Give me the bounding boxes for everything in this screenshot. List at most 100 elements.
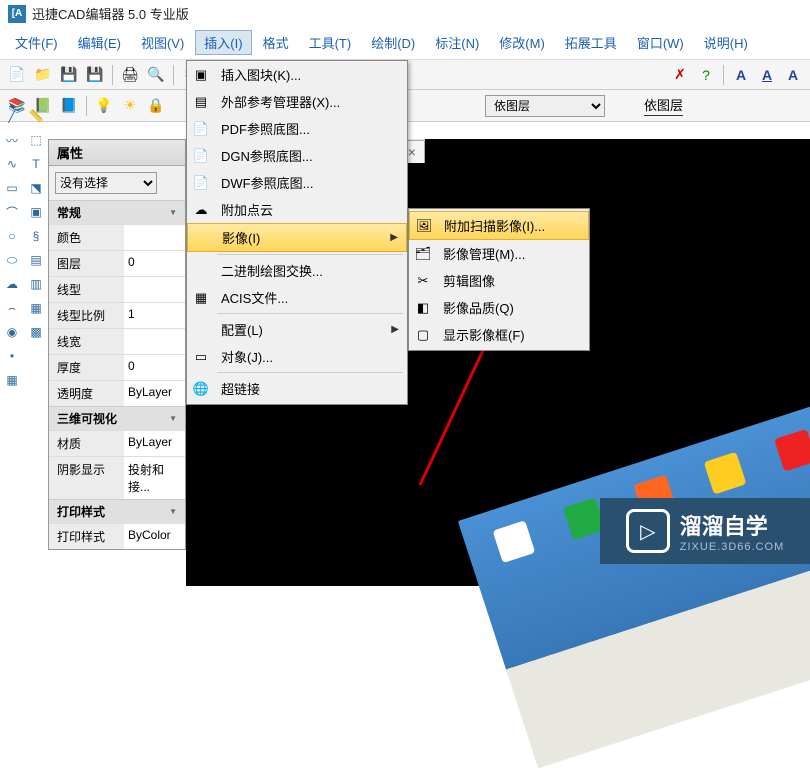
- text-a3-icon[interactable]: A: [782, 64, 804, 86]
- prop-trans-val[interactable]: ByLayer: [124, 381, 185, 406]
- app-icon: [A: [8, 5, 26, 23]
- section-plot[interactable]: 打印样式: [49, 499, 185, 523]
- mesh-icon[interactable]: ▦: [26, 298, 46, 318]
- menu-extend[interactable]: 拓展工具: [556, 30, 626, 55]
- prop-ltscale-val[interactable]: 1: [124, 303, 185, 328]
- menu-annotate[interactable]: 标注(N): [426, 30, 488, 55]
- dd-object[interactable]: ▭对象(J)...: [187, 343, 407, 370]
- menu-modify[interactable]: 修改(M): [490, 30, 554, 55]
- watermark-sub: ZIXUE.3D66.COM: [680, 541, 784, 553]
- sub-image-manager[interactable]: 🗂影像管理(M)...: [409, 240, 589, 267]
- new-file-icon[interactable]: 📄: [6, 64, 28, 86]
- sub-image-frame[interactable]: ▢显示影像框(F): [409, 321, 589, 348]
- dd-insert-block[interactable]: ▣插入图块(K)...: [187, 61, 407, 88]
- dd-image[interactable]: 影像(I)▶: [187, 223, 407, 252]
- polyline-icon[interactable]: 〰: [2, 130, 22, 150]
- image-submenu: 🖼附加扫描影像(I)... 🗂影像管理(M)... ✂剪辑图像 ◧影像品质(Q)…: [408, 208, 590, 351]
- prop-ltscale-label: 线型比例: [49, 303, 124, 328]
- section-general[interactable]: 常规: [49, 200, 185, 224]
- prop-layer-label: 图层: [49, 251, 124, 276]
- menu-format[interactable]: 格式: [254, 30, 298, 55]
- selection-select[interactable]: 没有选择: [55, 172, 157, 194]
- prop-shadow-label: 阴影显示: [49, 457, 124, 499]
- sub-image-quality[interactable]: ◧影像品质(Q): [409, 294, 589, 321]
- point-icon[interactable]: •: [2, 346, 22, 366]
- dd-binary-dxf[interactable]: 二进制绘图交换...: [187, 257, 407, 284]
- cloud-icon[interactable]: ☁: [2, 274, 22, 294]
- dd-hyperlink[interactable]: 🌐超链接: [187, 375, 407, 402]
- prop-color-val[interactable]: [124, 225, 185, 250]
- ruler-icon[interactable]: 📏: [26, 106, 46, 126]
- sun-icon[interactable]: ☀: [119, 95, 141, 117]
- layer-unk-icon[interactable]: 📘: [58, 95, 80, 117]
- acis-icon: ▦: [191, 289, 211, 307]
- fill-icon[interactable]: ▤: [26, 250, 46, 270]
- prop-mat-val[interactable]: ByLayer: [124, 431, 185, 456]
- prop-trans-label: 透明度: [49, 381, 124, 406]
- pdf-icon: 📄: [191, 120, 211, 138]
- open-icon[interactable]: 📁: [32, 64, 54, 86]
- sub-clip-image[interactable]: ✂剪辑图像: [409, 267, 589, 294]
- print-icon[interactable]: 🖨: [119, 64, 141, 86]
- menu-draw[interactable]: 绘制(D): [362, 30, 424, 55]
- menu-help[interactable]: 说明(H): [695, 30, 757, 55]
- prop-linetype-val[interactable]: [124, 277, 185, 302]
- spline-icon[interactable]: ∿: [2, 154, 22, 174]
- region-icon[interactable]: ⬚: [26, 130, 46, 150]
- draw-tool-strip: ╱ 〰 ∿ ▭ ⌒ ○ ⬭ ☁ ⌢ ◉ • ▦: [0, 100, 24, 396]
- ellipse-icon[interactable]: ⬭: [2, 250, 22, 270]
- prop-mat-label: 材质: [49, 431, 124, 456]
- menu-file[interactable]: 文件(F): [6, 30, 67, 55]
- bylayer-label[interactable]: 依图层: [644, 95, 683, 116]
- layer-select[interactable]: 依图层: [485, 95, 605, 117]
- redo-icon[interactable]: ✗: [669, 64, 691, 86]
- dd-xref-manager[interactable]: ▤外部参考管理器(X)...: [187, 88, 407, 115]
- prop-lw-label: 线宽: [49, 329, 124, 354]
- text-a2-icon[interactable]: A: [756, 64, 778, 86]
- save-icon[interactable]: 💾: [58, 64, 80, 86]
- dd-layout[interactable]: 配置(L)▶: [187, 316, 407, 343]
- donut-icon[interactable]: ◉: [2, 322, 22, 342]
- text-icon[interactable]: T: [26, 154, 46, 174]
- menu-edit[interactable]: 编辑(E): [69, 30, 130, 55]
- section-3d[interactable]: 三维可视化: [49, 406, 185, 430]
- object-icon: ▭: [191, 348, 211, 366]
- dd-pdf-underlay[interactable]: 📄PDF参照底图...: [187, 115, 407, 142]
- globe-icon: 🌐: [191, 380, 211, 398]
- clip-icon: ✂: [413, 272, 433, 290]
- menu-view[interactable]: 视图(V): [132, 30, 193, 55]
- dd-dwf-underlay[interactable]: 📄DWF参照底图...: [187, 169, 407, 196]
- dd-dgn-underlay[interactable]: 📄DGN参照底图...: [187, 142, 407, 169]
- prop-lw-val[interactable]: [124, 329, 185, 354]
- preview-icon[interactable]: 🔍: [145, 64, 167, 86]
- grad-icon[interactable]: ▥: [26, 274, 46, 294]
- text-a-icon[interactable]: A: [730, 64, 752, 86]
- circle-icon[interactable]: ○: [2, 226, 22, 246]
- sub-attach-raster[interactable]: 🖼附加扫描影像(I)...: [409, 211, 589, 240]
- prop-layer-val[interactable]: 0: [124, 251, 185, 276]
- chevron-right-icon: ▶: [390, 232, 398, 243]
- line-icon[interactable]: ╱: [2, 106, 22, 126]
- arc2-icon[interactable]: ⌢: [2, 298, 22, 318]
- saveas-icon[interactable]: 💾: [84, 64, 106, 86]
- close-icon[interactable]: ×: [408, 144, 416, 160]
- lock-icon[interactable]: 🔒: [145, 95, 167, 117]
- bulb-on-icon[interactable]: 💡: [93, 95, 115, 117]
- arc-icon[interactable]: ⌒: [2, 202, 22, 222]
- dd-point-cloud[interactable]: ☁附加点云: [187, 196, 407, 223]
- menu-window[interactable]: 窗口(W): [628, 30, 693, 55]
- prop-linetype-label: 线型: [49, 277, 124, 302]
- helix-icon[interactable]: §: [26, 226, 46, 246]
- tbl-icon[interactable]: ▩: [26, 322, 46, 342]
- rect-icon[interactable]: ▭: [2, 178, 22, 198]
- help-icon[interactable]: ?: [695, 64, 717, 86]
- hatch-icon[interactable]: ▦: [2, 370, 22, 390]
- prop-pstyle-val[interactable]: ByColor: [124, 524, 185, 549]
- menu-insert[interactable]: 插入(I): [195, 30, 251, 55]
- prop-shadow-val[interactable]: 投射和接...: [124, 457, 185, 499]
- block-icon[interactable]: ▣: [26, 202, 46, 222]
- prop-thk-val[interactable]: 0: [124, 355, 185, 380]
- menu-tool[interactable]: 工具(T): [300, 30, 361, 55]
- dd-acis[interactable]: ▦ACIS文件...: [187, 284, 407, 311]
- diag-icon[interactable]: ⬔: [26, 178, 46, 198]
